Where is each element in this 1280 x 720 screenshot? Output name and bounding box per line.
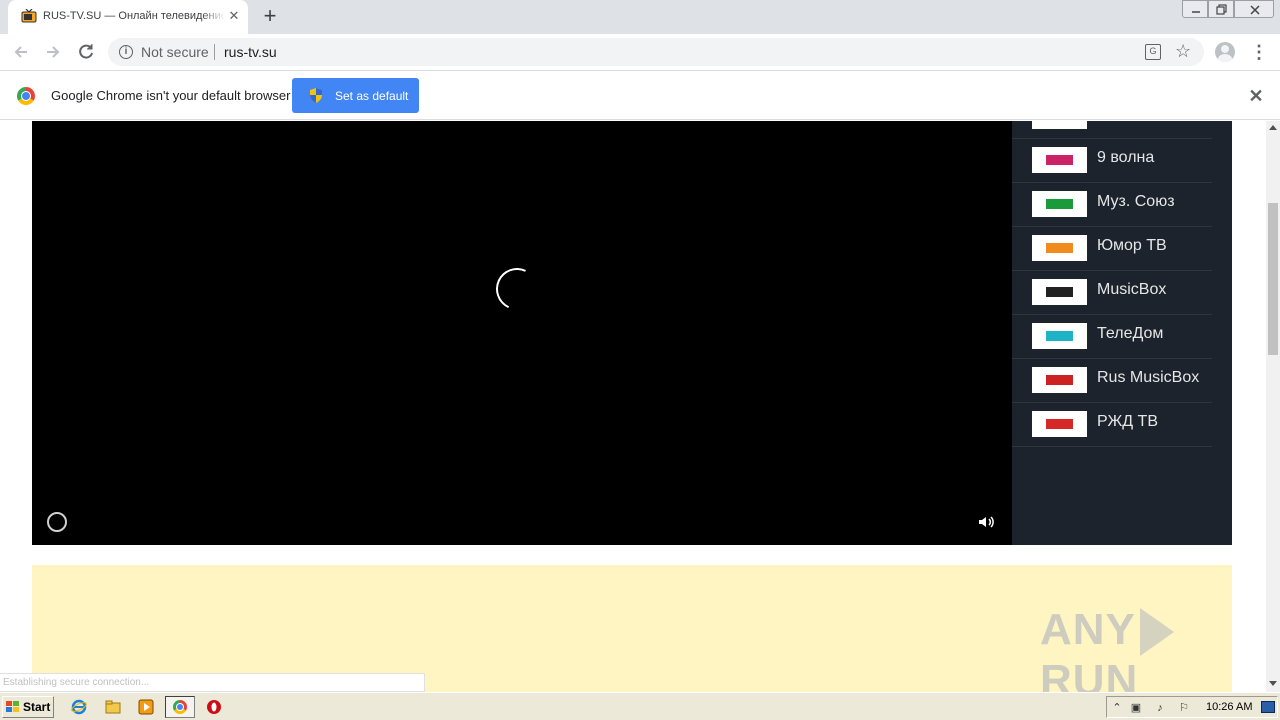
internet-explorer-icon[interactable] <box>71 699 87 715</box>
shield-icon <box>310 88 322 103</box>
folder-icon[interactable] <box>105 699 121 715</box>
infobar-message: Google Chrome isn't your default browser <box>51 88 291 103</box>
infobar-close-icon[interactable]: ✕ <box>1248 86 1264 106</box>
loading-spinner <box>490 262 544 316</box>
channel-logo-mark <box>1046 375 1073 385</box>
channel-logo <box>1032 367 1087 393</box>
channel-name: 9 волна <box>1097 149 1155 166</box>
scroll-thumb[interactable] <box>1268 203 1278 355</box>
profile-avatar-icon[interactable] <box>1215 42 1235 62</box>
scroll-up-arrow-icon[interactable] <box>1269 125 1277 130</box>
chrome-taskbar-button[interactable] <box>165 696 195 718</box>
action-center-flag-icon[interactable]: ⚐ <box>1177 701 1191 715</box>
restore-icon <box>1216 4 1227 15</box>
forward-button[interactable] <box>41 40 65 64</box>
watermark-text-left: ANY <box>1040 605 1136 654</box>
close-icon <box>1250 5 1260 15</box>
channel-item[interactable]: Юмор ТВ <box>1012 227 1212 271</box>
url-text[interactable]: rus-tv.su <box>224 44 277 60</box>
channel-name: Муз. Союз <box>1097 193 1175 210</box>
status-bubble: Establishing secure connection... <box>0 673 425 692</box>
translate-icon[interactable]: G <box>1145 44 1161 60</box>
reload-button[interactable] <box>74 40 98 64</box>
channel-item[interactable]: Rus MusicBox <box>1012 359 1212 403</box>
media-player-icon[interactable] <box>138 699 154 715</box>
channel-item[interactable]: 9 волна <box>1012 139 1212 183</box>
volume-icon[interactable] <box>976 512 996 532</box>
browser-toolbar: i Not secure rus-tv.su G ☆ ⋮ <box>0 34 1280 71</box>
video-player[interactable] <box>32 121 1012 545</box>
status-text: Establishing secure connection... <box>3 677 150 688</box>
channel-name: MusicBox <box>1097 281 1167 298</box>
window-restore-button[interactable] <box>1208 0 1234 18</box>
chrome-icon <box>173 700 187 714</box>
channel-logo-mark <box>1046 331 1073 341</box>
reload-icon <box>79 44 93 59</box>
windows-flag-icon <box>6 701 19 712</box>
tab-title: RUS-TV.SU — Онлайн телевидение <box>43 10 225 22</box>
tray-expand-icon[interactable]: ⌃ <box>1110 701 1124 715</box>
system-tray: ⌃ ▣ ♪ ⚐ 10:26 AM <box>1106 696 1278 718</box>
channel-logo <box>1032 121 1087 129</box>
watermark-text-right: RUN <box>1040 656 1139 692</box>
chrome-logo-icon <box>17 87 35 105</box>
page-content: 9 волна Муз. Союз Юмор ТВ MusicBox ТелеДом Ru… <box>0 121 1266 692</box>
taskbar-clock[interactable]: 10:26 AM <box>1206 701 1252 713</box>
channel-name: РЖД ТВ <box>1097 413 1158 430</box>
channel-item[interactable]: ТелеДом <box>1012 315 1212 359</box>
windows-taskbar: Start ⌃ ▣ ♪ ⚐ 10:26 AM <box>0 692 1280 720</box>
set-as-default-label: Set as default <box>335 89 409 103</box>
window-close-button[interactable] <box>1234 0 1274 18</box>
menu-kebab-icon[interactable]: ⋮ <box>1250 40 1268 64</box>
channel-name: ТелеДом <box>1097 325 1164 342</box>
start-label: Start <box>23 700 51 714</box>
arrow-left-icon <box>14 46 27 58</box>
channel-item[interactable]: MusicBox <box>1012 271 1212 315</box>
set-as-default-button[interactable]: Set as default <box>292 78 419 113</box>
channel-logo-mark <box>1046 199 1073 209</box>
window-minimize-button[interactable] <box>1182 0 1208 18</box>
channel-name: Юмор ТВ <box>1097 237 1167 254</box>
channel-logo-mark <box>1046 419 1073 429</box>
channel-item-partial[interactable] <box>1012 121 1212 139</box>
speaker-icon[interactable]: ♪ <box>1153 701 1167 715</box>
channel-logo <box>1032 279 1087 305</box>
info-icon[interactable]: i <box>119 45 133 59</box>
channel-logo <box>1032 411 1087 437</box>
tab-strip: RUS-TV.SU — Онлайн телевидение ✕ + <box>0 0 1280 34</box>
scroll-down-arrow-icon[interactable] <box>1269 681 1277 686</box>
default-browser-infobar: Google Chrome isn't your default browser… <box>0 72 1280 120</box>
opera-icon[interactable] <box>206 699 222 715</box>
bookmark-star-icon[interactable]: ☆ <box>1175 41 1191 61</box>
channel-logo <box>1032 191 1087 217</box>
url-divider <box>214 44 215 60</box>
play-button[interactable] <box>47 512 67 532</box>
back-button[interactable] <box>9 40 33 64</box>
channel-logo <box>1032 235 1087 261</box>
arrow-right-icon <box>47 46 60 58</box>
start-button[interactable]: Start <box>2 696 54 718</box>
page-scrollbar[interactable] <box>1266 121 1280 692</box>
channel-list: 9 волна Муз. Союз Юмор ТВ MusicBox ТелеДом Ru… <box>1012 121 1232 545</box>
minimize-icon <box>1192 11 1200 13</box>
channel-item[interactable]: РЖД ТВ <box>1012 403 1212 447</box>
channel-logo <box>1032 323 1087 349</box>
address-bar[interactable]: i Not secure rus-tv.su G ☆ <box>108 38 1204 66</box>
channel-logo-mark <box>1046 155 1073 165</box>
channel-name: Rus MusicBox <box>1097 369 1200 386</box>
show-desktop-icon[interactable] <box>1261 701 1275 713</box>
tab-close-icon[interactable]: ✕ <box>226 8 242 24</box>
new-tab-button[interactable]: + <box>258 5 282 29</box>
security-label[interactable]: Not secure <box>141 44 209 60</box>
watermark-play-icon <box>1139 608 1174 657</box>
channel-logo <box>1032 147 1087 173</box>
anyrun-watermark: ANYRUN <box>1040 605 1230 692</box>
network-icon[interactable]: ▣ <box>1129 701 1143 715</box>
browser-tab[interactable]: RUS-TV.SU — Онлайн телевидение ✕ <box>8 0 248 34</box>
channel-item[interactable]: Муз. Союз <box>1012 183 1212 227</box>
channel-logo-mark <box>1046 287 1073 297</box>
tv-favicon-icon <box>21 9 37 23</box>
channel-logo-mark <box>1046 243 1073 253</box>
